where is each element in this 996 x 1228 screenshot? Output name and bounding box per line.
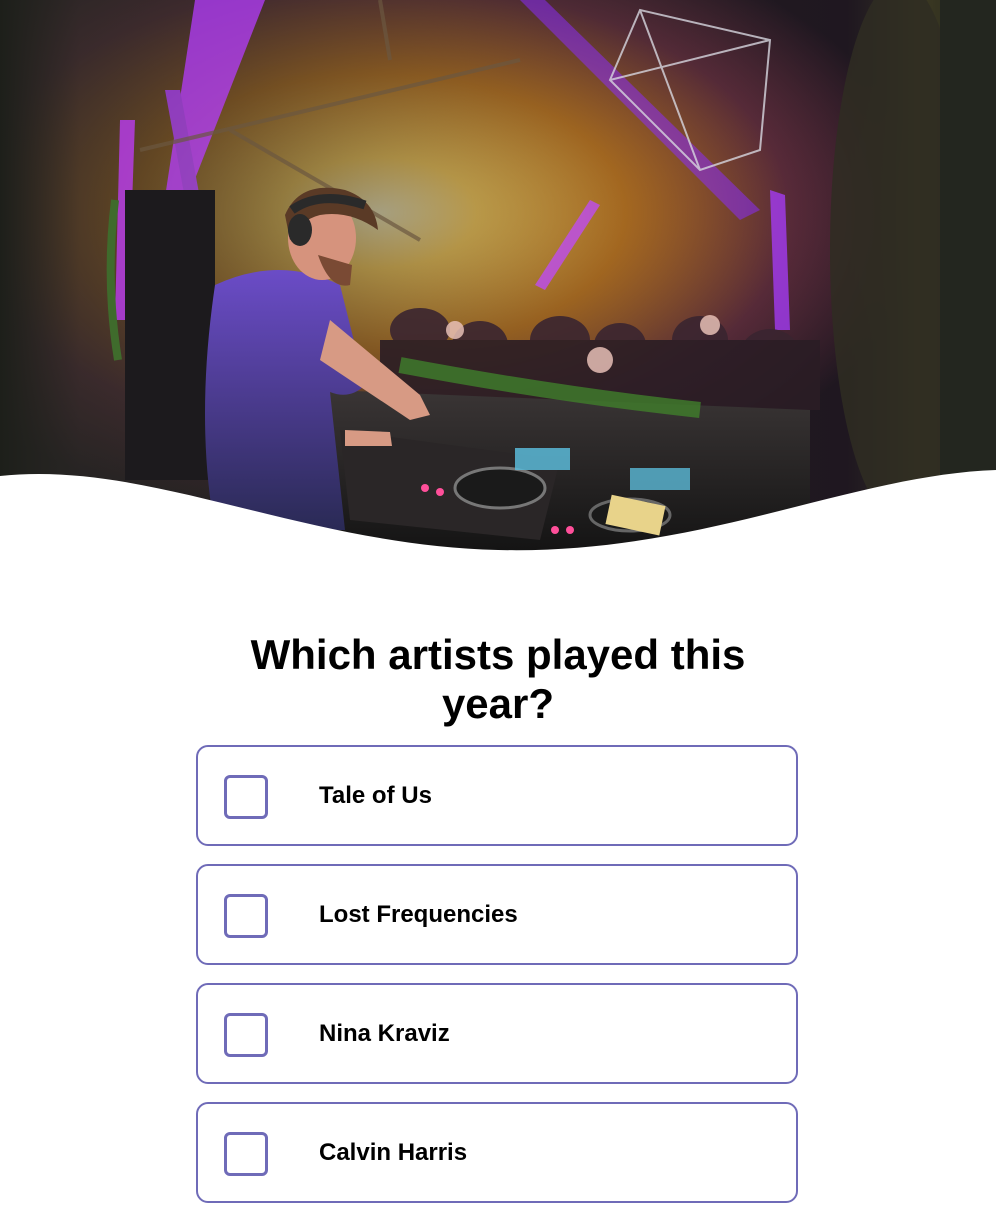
option-calvin-harris[interactable]: Calvin Harris (196, 1102, 798, 1203)
option-label: Nina Kraviz (319, 1020, 450, 1047)
checkbox[interactable] (224, 1013, 268, 1057)
option-label: Lost Frequencies (319, 901, 518, 928)
option-nina-kraviz[interactable]: Nina Kraviz (196, 983, 798, 1084)
hero-image (0, 0, 996, 560)
checkbox[interactable] (224, 1132, 268, 1176)
option-lost-frequencies[interactable]: Lost Frequencies (196, 864, 798, 965)
checkbox[interactable] (224, 775, 268, 819)
answer-options: Tale of Us Lost Frequencies Nina Kraviz … (196, 745, 798, 1221)
question-title: Which artists played this year? (250, 631, 746, 727)
checkbox[interactable] (224, 894, 268, 938)
survey-page: Which artists played this year? Tale of … (0, 0, 996, 1228)
dj-photo-icon (0, 0, 996, 560)
option-label: Tale of Us (319, 782, 432, 809)
option-label: Calvin Harris (319, 1139, 468, 1166)
option-tale-of-us[interactable]: Tale of Us (196, 745, 798, 846)
